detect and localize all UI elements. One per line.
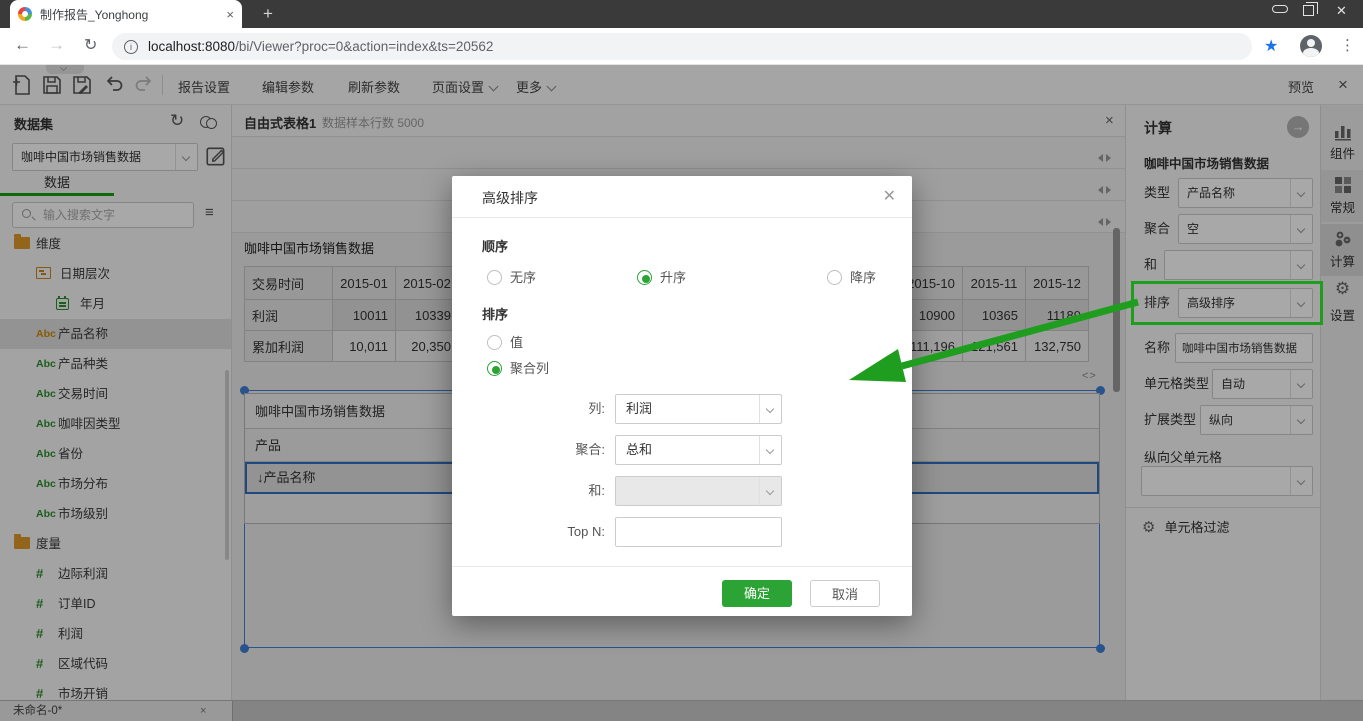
page-info-icon[interactable]: i — [124, 40, 138, 54]
column-select[interactable]: 利润 — [615, 394, 782, 424]
aggregate-select[interactable]: 总和 — [615, 435, 782, 465]
cancel-button[interactable]: 取消 — [810, 580, 880, 607]
radio-unordered[interactable]: 无序 — [487, 269, 536, 287]
browser-tab[interactable]: 制作报告_Yonghong × — [10, 0, 242, 28]
annotation-highlight-box — [1131, 281, 1323, 325]
and-select-disabled — [615, 476, 782, 506]
radio-descending[interactable]: 降序 — [827, 269, 876, 287]
window-close-icon[interactable]: ✕ — [1336, 3, 1347, 19]
advanced-sort-dialog: 高级排序 ✕ 顺序 无序 升序 降序 排序 值 聚合列 列: 利润 聚合: 总和… — [452, 176, 912, 616]
topn-field-label: Top N: — [452, 517, 605, 547]
yonghong-favicon-icon — [18, 7, 32, 21]
chevron-down-icon[interactable] — [759, 395, 781, 423]
reload-icon[interactable]: ↻ — [84, 35, 97, 55]
radio-icon[interactable] — [637, 270, 652, 285]
and-field-label: 和: — [452, 476, 605, 506]
window-minimize-icon[interactable] — [1272, 5, 1288, 13]
browser-menu-icon[interactable]: ⋮ — [1340, 36, 1355, 54]
forward-icon[interactable]: → — [48, 35, 65, 55]
radio-icon[interactable] — [487, 270, 502, 285]
bookmark-star-icon[interactable]: ★ — [1264, 36, 1278, 56]
radio-ascending[interactable]: 升序 — [637, 269, 686, 287]
new-tab-button[interactable]: + — [256, 2, 280, 26]
radio-aggregate-column[interactable]: 聚合列 — [487, 360, 549, 378]
browser-tab-title: 制作报告_Yonghong — [40, 6, 220, 23]
chevron-down-icon[interactable] — [759, 436, 781, 464]
dialog-close-icon[interactable]: ✕ — [883, 186, 896, 206]
radio-icon[interactable] — [487, 361, 502, 376]
browser-tab-strip: 制作报告_Yonghong × + ✕ — [0, 0, 1363, 28]
back-icon[interactable]: ← — [14, 35, 31, 55]
sort-section-label: 排序 — [482, 304, 508, 323]
profile-avatar[interactable] — [1300, 35, 1322, 57]
radio-value[interactable]: 值 — [487, 334, 523, 352]
aggregate-field-label: 聚合: — [452, 435, 605, 465]
dialog-footer: 确定 取消 — [452, 566, 912, 616]
ok-button[interactable]: 确定 — [722, 580, 792, 607]
screen: 制作报告_Yonghong × + ✕ ← → ↻ i localhost:80… — [0, 0, 1363, 721]
window-restore-icon[interactable] — [1303, 5, 1314, 16]
order-section-label: 顺序 — [482, 236, 508, 255]
browser-navbar: ← → ↻ i localhost:8080/bi/Viewer?proc=0&… — [0, 28, 1363, 65]
dialog-title: 高级排序 — [482, 188, 538, 208]
dialog-header: 高级排序 ✕ — [452, 176, 912, 218]
tab-close-icon[interactable]: × — [226, 7, 234, 22]
radio-icon[interactable] — [487, 335, 502, 350]
chevron-down-icon — [759, 477, 781, 505]
url-text: localhost:8080/bi/Viewer?proc=0&action=i… — [148, 39, 493, 54]
radio-icon[interactable] — [827, 270, 842, 285]
topn-input[interactable] — [615, 517, 782, 547]
column-field-label: 列: — [452, 394, 605, 424]
address-bar[interactable]: i localhost:8080/bi/Viewer?proc=0&action… — [112, 33, 1252, 60]
